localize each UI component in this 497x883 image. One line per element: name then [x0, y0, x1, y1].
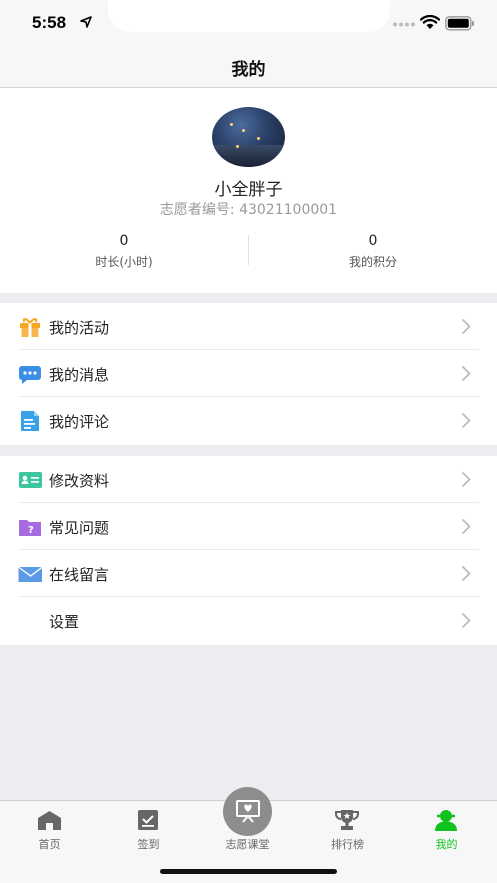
menu-label: 我的活动 — [49, 319, 110, 337]
trophy-icon — [335, 810, 359, 830]
id-card-icon — [19, 472, 42, 488]
chevron-right-icon — [461, 365, 471, 382]
classroom-board-icon — [236, 800, 260, 823]
profile-header: 小全胖子 志愿者编号: 43021100001 0 时长(小时) 0 我的积分 — [0, 88, 497, 293]
location-arrow-icon — [80, 16, 92, 28]
menu-label: 在线留言 — [49, 566, 110, 584]
tab-label: 签到 — [137, 838, 160, 851]
chevron-right-icon — [461, 471, 471, 488]
status-bar: 5:58 — [0, 0, 497, 48]
menu-label: 我的消息 — [49, 366, 110, 384]
tab-label: 志愿课堂 — [225, 838, 270, 851]
stat-points[interactable]: 0 我的积分 — [249, 233, 497, 270]
stat-points-label: 我的积分 — [348, 255, 397, 269]
menu-label: 常见问题 — [49, 519, 110, 537]
document-icon — [21, 411, 39, 431]
volunteer-class-button[interactable] — [223, 787, 272, 836]
question-folder-icon: ? — [19, 520, 41, 536]
tab-label: 首页 — [38, 838, 61, 851]
menu-label: 设置 — [49, 613, 80, 631]
page-title: 我的 — [231, 60, 266, 80]
menu-label: 修改资料 — [49, 472, 110, 490]
chevron-right-icon — [461, 612, 471, 629]
tab-label: 我的 — [435, 838, 458, 851]
chevron-right-icon — [461, 565, 471, 582]
envelope-icon — [18, 566, 42, 582]
check-in-icon — [138, 810, 158, 830]
tab-mine[interactable]: 我的 — [397, 801, 496, 861]
home-indicator — [160, 869, 337, 874]
stat-hours-label: 时长(小时) — [95, 255, 153, 269]
tab-label: 排行榜 — [331, 838, 364, 851]
tab-check-in[interactable]: 签到 — [99, 801, 198, 861]
battery-icon — [445, 16, 474, 31]
chevron-right-icon — [461, 318, 471, 335]
tab-home[interactable]: 首页 — [0, 801, 99, 861]
signal-icon — [393, 22, 415, 27]
device-notch — [108, 0, 390, 32]
chevron-right-icon — [461, 412, 471, 429]
navigation-bar: 我的 — [0, 48, 497, 88]
stat-points-value: 0 — [368, 233, 378, 249]
menu-item-my-messages[interactable]: 我的消息 — [0, 350, 497, 397]
stat-hours-value: 0 — [119, 233, 129, 249]
chat-bubble-icon — [19, 366, 41, 384]
stat-hours[interactable]: 0 时长(小时) — [0, 233, 248, 270]
user-icon — [435, 810, 457, 831]
menu-group-activity: 我的活动 我的消息 我的评论 — [0, 303, 497, 445]
menu-item-settings[interactable]: 设置 — [0, 597, 497, 644]
wifi-icon — [420, 15, 440, 29]
home-icon — [38, 811, 61, 830]
menu-label: 我的评论 — [49, 413, 110, 431]
menu-group-settings: 修改资料 ? 常见问题 在线留言 设置 — [0, 456, 497, 645]
volunteer-number: 志愿者编号: 43021100001 — [159, 202, 338, 218]
menu-item-edit-profile[interactable]: 修改资料 — [0, 456, 497, 503]
username: 小全胖子 — [214, 180, 283, 200]
chevron-right-icon — [461, 518, 471, 535]
menu-item-my-comments[interactable]: 我的评论 — [0, 397, 497, 444]
menu-item-online-message[interactable]: 在线留言 — [0, 550, 497, 597]
gift-icon — [20, 318, 40, 337]
avatar[interactable] — [212, 107, 285, 167]
tab-ranking[interactable]: 排行榜 — [298, 801, 397, 861]
svg-text:?: ? — [28, 525, 34, 536]
menu-item-my-activities[interactable]: 我的活动 — [0, 303, 497, 350]
status-time: 5:58 — [32, 13, 67, 32]
menu-item-faq[interactable]: ? 常见问题 — [0, 503, 497, 550]
